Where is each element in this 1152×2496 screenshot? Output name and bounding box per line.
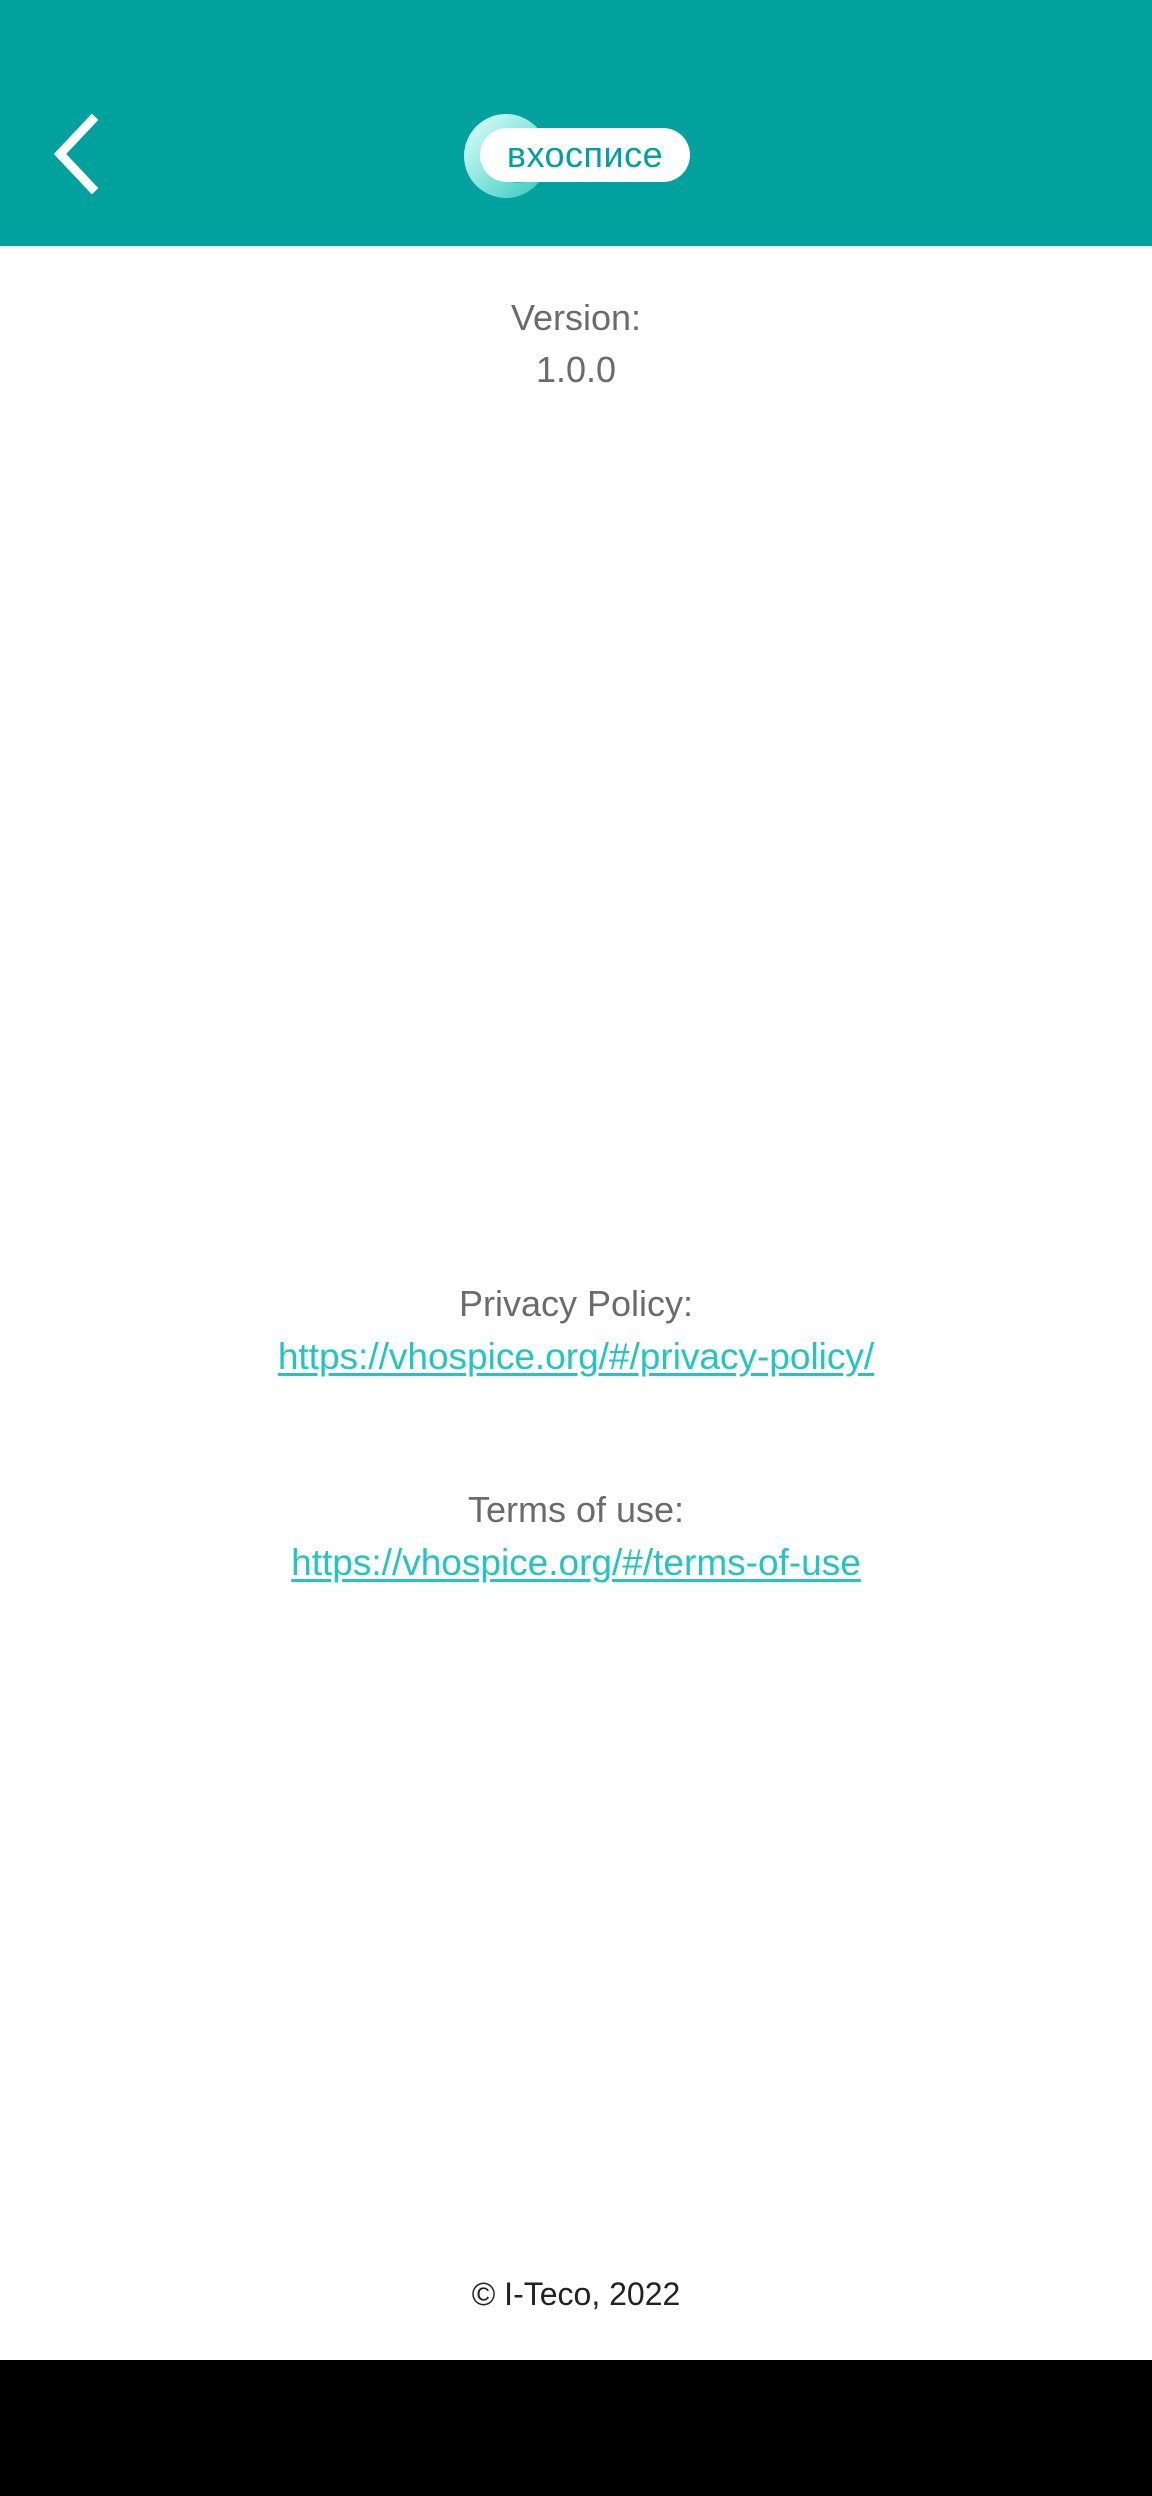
logo-text: вхосписе bbox=[480, 128, 690, 182]
app-bar: вхосписе bbox=[0, 0, 1152, 246]
app-logo: вхосписе bbox=[464, 112, 690, 200]
version-label: Version: bbox=[510, 297, 642, 338]
terms-section: Terms of use: https://vhospice.org/#/ter… bbox=[0, 1484, 1152, 1590]
back-button[interactable] bbox=[52, 104, 132, 204]
version-section: Version: 1.0.0 bbox=[0, 292, 1152, 396]
terms-label: Terms of use: bbox=[467, 1489, 685, 1530]
copyright-text: © I-Teco, 2022 bbox=[471, 2276, 681, 2312]
terms-of-use-link[interactable]: https://vhospice.org/#/terms-of-use bbox=[291, 1542, 861, 1583]
privacy-section: Privacy Policy: https://vhospice.org/#/p… bbox=[0, 1278, 1152, 1384]
version-value: 1.0.0 bbox=[535, 349, 617, 390]
about-screen: вхосписе Version: 1.0.0 Privacy Policy: … bbox=[0, 0, 1152, 2496]
privacy-label: Privacy Policy: bbox=[458, 1283, 694, 1324]
chevron-left-icon bbox=[53, 114, 98, 194]
system-navigation-bar bbox=[0, 2360, 1152, 2496]
privacy-policy-link[interactable]: https://vhospice.org/#/privacy-policy/ bbox=[278, 1336, 874, 1377]
